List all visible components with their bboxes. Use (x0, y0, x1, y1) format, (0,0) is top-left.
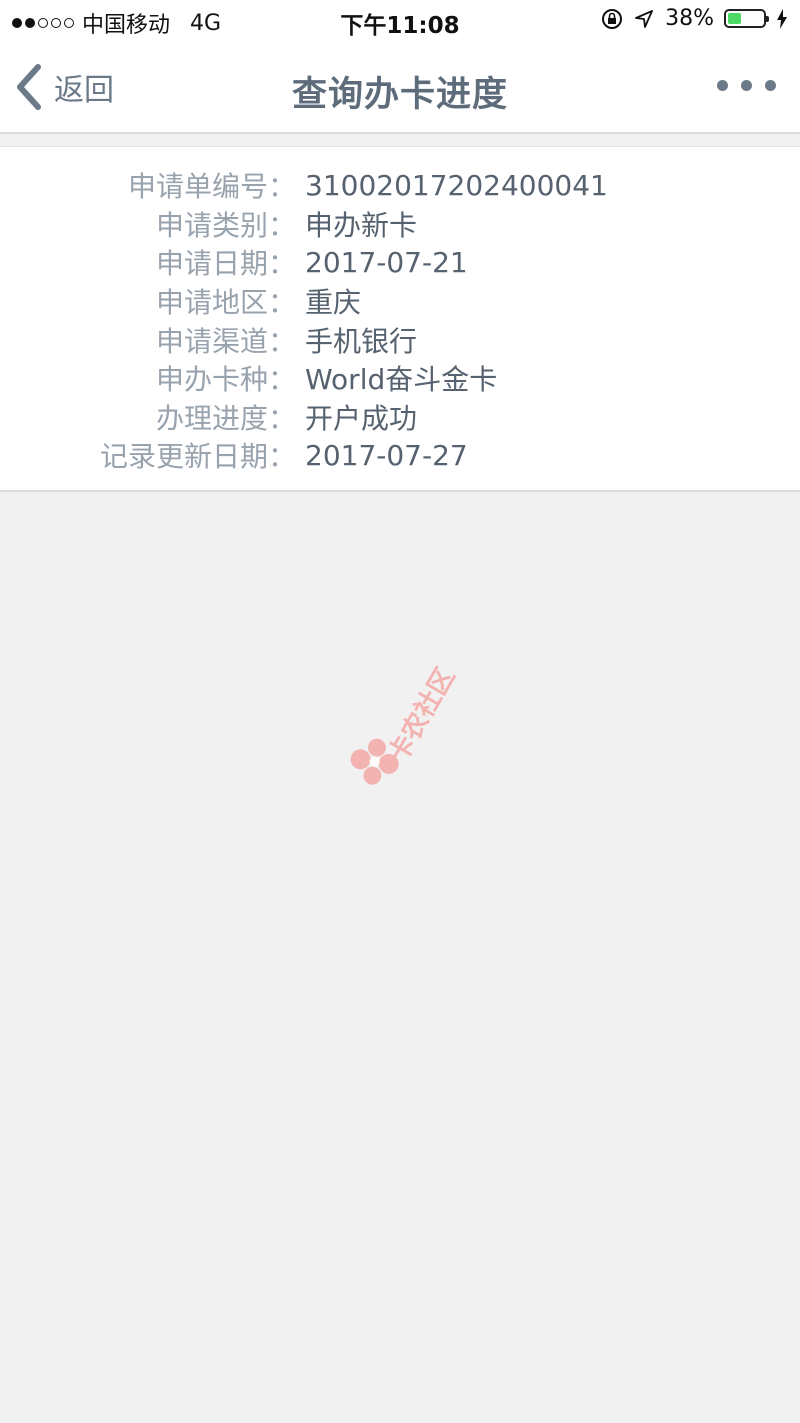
page-title: 查询办卡进度 (291, 75, 508, 115)
detail-row-application-region: 申请地区： 重庆 (0, 282, 800, 321)
location-arrow-icon (635, 9, 653, 28)
battery-icon (724, 9, 769, 28)
watermark-text: 卡农社区 (383, 662, 462, 768)
detail-value: World奋斗金卡 (305, 363, 498, 397)
detail-label: 申请单编号： (127, 170, 296, 204)
detail-row-card-type: 申办卡种： World奋斗金卡 (0, 359, 800, 398)
watermark: 卡农社区 (340, 640, 470, 790)
detail-value: 2017-07-27 (305, 438, 468, 472)
battery-percent: 38% (665, 6, 714, 31)
detail-row-update-date: 记录更新日期： 2017-07-27 (0, 436, 800, 475)
detail-label: 申请地区： (155, 286, 296, 320)
detail-row-application-type: 申请类别： 申办新卡 (0, 205, 800, 244)
more-dots-icon (717, 80, 728, 91)
detail-value: 手机银行 (305, 324, 418, 358)
rotation-lock-icon (602, 8, 623, 29)
watermark-logo-icon (350, 738, 399, 785)
detail-label: 办理进度： (155, 401, 296, 435)
detail-label: 申办卡种： (155, 363, 296, 397)
detail-value: 31002017202400041 (305, 168, 608, 202)
detail-value: 2017-07-21 (305, 245, 468, 279)
detail-row-application-date: 申请日期： 2017-07-21 (0, 243, 800, 282)
detail-label: 申请日期： (155, 247, 296, 281)
charging-bolt-icon (777, 8, 787, 29)
detail-row-application-channel: 申请渠道： 手机银行 (0, 320, 800, 359)
application-details-card: 申请单编号： 31002017202400041 申请类别： 申办新卡 申请日期… (0, 146, 800, 492)
status-bar: 中国移动 4G 下午11:08 38% (0, 0, 800, 40)
more-options-button[interactable] (717, 80, 776, 91)
navigation-bar: 返回 查询办卡进度 (0, 40, 800, 134)
detail-row-application-number: 申请单编号： 31002017202400041 (0, 166, 800, 205)
detail-label: 申请类别： (155, 208, 296, 242)
detail-value: 申办新卡 (305, 208, 418, 242)
detail-value: 开户成功 (305, 401, 418, 435)
detail-label: 申请渠道： (155, 324, 296, 358)
detail-row-progress: 办理进度： 开户成功 (0, 398, 800, 437)
detail-value: 重庆 (305, 286, 362, 320)
detail-label: 记录更新日期： (99, 440, 296, 474)
status-right: 38% (601, 6, 788, 31)
